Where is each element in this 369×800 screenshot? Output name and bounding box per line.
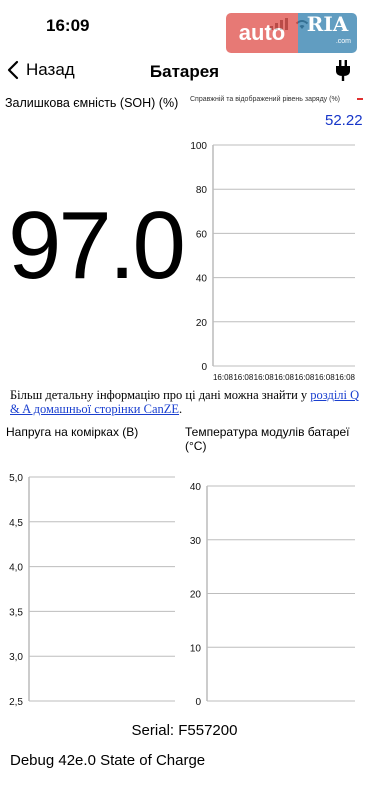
x-tick-label: 16:08 xyxy=(315,373,336,382)
x-tick-label: 16:08 xyxy=(294,373,315,382)
x-tick-label: 16:08 xyxy=(233,373,254,382)
y-tick-label: 5,0 xyxy=(9,473,23,484)
x-tick-label: 16:08 xyxy=(254,373,275,382)
temperature-chart-grid xyxy=(206,485,355,702)
y-tick-label: 20 xyxy=(190,590,202,601)
y-tick-label: 4,5 xyxy=(9,518,23,529)
x-tick-label: 16:08 xyxy=(213,373,234,382)
soh-label: Залишкова ємність (SOH) (%) xyxy=(5,96,179,110)
soc-chart-grid xyxy=(212,144,355,367)
info-paragraph: Більш детальну інформацію про ці дані мо… xyxy=(10,388,365,416)
y-tick-label: 20 xyxy=(196,318,208,329)
watermark-left: auto xyxy=(226,13,298,53)
y-tick-label: 60 xyxy=(196,229,208,240)
y-tick-label: 100 xyxy=(190,141,207,152)
y-tick-label: 3,0 xyxy=(9,652,23,663)
back-button[interactable]: Назад xyxy=(6,60,75,80)
temperature-chart-yticks: 0 10 20 30 40 xyxy=(190,482,202,708)
voltage-chart-grid xyxy=(28,476,175,702)
y-tick-label: 30 xyxy=(190,536,202,547)
y-tick-label: 40 xyxy=(196,274,208,285)
y-tick-label: 3,5 xyxy=(9,607,23,618)
y-tick-label: 80 xyxy=(196,185,208,196)
info-text-end: . xyxy=(179,402,183,416)
chevron-left-icon xyxy=(7,60,19,80)
info-text: Більш детальну інформацію про ці дані мо… xyxy=(10,388,311,402)
voltage-chart-yticks: 2,5 3,0 3,5 4,0 4,5 5,0 xyxy=(9,473,23,708)
voltage-chart: 2,5 3,0 3,5 4,0 4,5 5,0 xyxy=(9,473,175,708)
x-tick-label: 16:08 xyxy=(274,373,295,382)
soh-value: 97.0 xyxy=(8,192,186,299)
status-time: 16:09 xyxy=(46,16,90,35)
soc-chart: 020406080100 16:08 16:08 16:08 16:08 16:08 16… xyxy=(190,141,356,382)
y-tick-label: 0 xyxy=(195,697,201,708)
back-button-label: Назад xyxy=(26,60,75,79)
soc-chart-yticks: 0 20 40 60 80 100 xyxy=(190,141,207,373)
watermark-right: RIA .com xyxy=(298,13,357,53)
y-tick-label: 4,0 xyxy=(9,563,23,574)
y-tick-label: 40 xyxy=(190,482,202,493)
y-tick-label: 10 xyxy=(190,643,202,654)
watermark-domain: .com xyxy=(335,38,351,45)
soc-chart-xticks: 16:08 16:08 16:08 16:08 16:08 16:08 16:08 xyxy=(213,373,356,382)
y-tick-label: 2,5 xyxy=(9,697,23,708)
debug-text: Debug 42e.0 State of Charge xyxy=(10,752,206,769)
temperature-chart: 0 10 20 30 40 xyxy=(190,482,355,708)
watermark-logo: auto RIA .com xyxy=(226,13,357,53)
y-tick-label: 0 xyxy=(201,362,207,373)
serial-number: Serial: F557200 xyxy=(131,722,238,739)
watermark-brand: RIA xyxy=(306,13,349,36)
plug-icon[interactable] xyxy=(334,60,352,82)
x-tick-label: 16:08 xyxy=(335,373,356,382)
